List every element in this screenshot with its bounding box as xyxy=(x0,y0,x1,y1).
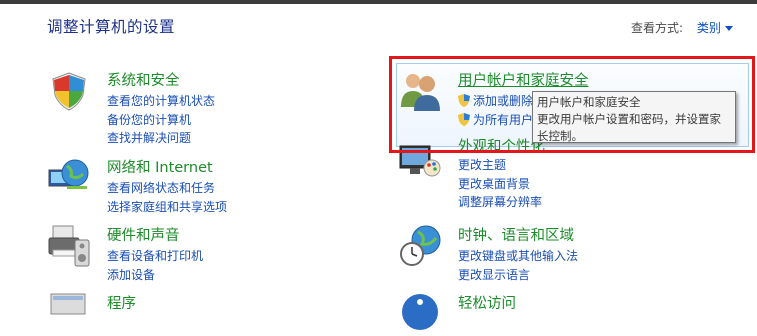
tooltip: 用户帐户和家庭安全 更改用户帐户设置和密码，并设置家长控制。 xyxy=(532,91,736,143)
category-title-ease[interactable]: 轻松访问 xyxy=(458,292,516,313)
category-title-system[interactable]: 系统和安全 xyxy=(107,69,180,90)
network-links: 查看网络状态和任务 选择家庭组和共享选项 xyxy=(107,179,227,216)
category-title-network[interactable]: 网络和 Internet xyxy=(107,156,213,177)
clock-links: 更改键盘或其他输入法 更改显示语言 xyxy=(458,247,578,284)
chevron-down-icon xyxy=(724,26,733,31)
ease-of-access-icon xyxy=(402,294,438,330)
link-change-theme[interactable]: 更改主题 xyxy=(458,156,542,175)
link-backup-computer[interactable]: 备份您的计算机 xyxy=(107,111,215,130)
tooltip-title: 用户帐户和家庭安全 xyxy=(537,95,641,109)
link-change-keyboard[interactable]: 更改键盘或其他输入法 xyxy=(458,247,578,266)
link-display-language[interactable]: 更改显示语言 xyxy=(458,266,578,285)
system-links: 查看您的计算机状态 备份您的计算机 查找并解决问题 xyxy=(107,92,215,148)
printer-icon xyxy=(48,225,90,267)
shield-icon xyxy=(52,72,86,111)
window-top-border xyxy=(0,0,757,4)
clock-globe-icon xyxy=(400,225,441,266)
globe-network-icon xyxy=(48,159,89,189)
link-devices-printers[interactable]: 查看设备和打印机 xyxy=(107,247,203,266)
category-title-programs[interactable]: 程序 xyxy=(107,292,136,313)
link-troubleshoot[interactable]: 查找并解决问题 xyxy=(107,129,215,148)
link-homegroup-sharing[interactable]: 选择家庭组和共享选项 xyxy=(107,198,227,217)
link-network-status[interactable]: 查看网络状态和任务 xyxy=(107,179,227,198)
view-by: 查看方式: 类别 xyxy=(631,19,733,36)
tooltip-body: 更改用户帐户设置和密码，并设置家长控制。 xyxy=(537,112,721,143)
category-title-clock[interactable]: 时钟、语言和区域 xyxy=(458,224,574,245)
appearance-links: 更改主题 更改桌面背景 调整屏幕分辨率 xyxy=(458,156,542,212)
link-add-device[interactable]: 添加设备 xyxy=(107,266,203,285)
link-change-desktop-bg[interactable]: 更改桌面背景 xyxy=(458,175,542,194)
view-by-label: 查看方式: xyxy=(631,21,684,35)
page-title: 调整计算机的设置 xyxy=(47,18,176,36)
programs-icon xyxy=(50,293,86,315)
view-by-value: 类别 xyxy=(696,21,721,35)
link-screen-resolution[interactable]: 调整屏幕分辨率 xyxy=(458,193,542,212)
hardware-links: 查看设备和打印机 添加设备 xyxy=(107,247,203,284)
view-by-dropdown[interactable]: 类别 xyxy=(697,21,733,35)
link-view-computer-status[interactable]: 查看您的计算机状态 xyxy=(107,92,215,111)
category-title-hardware[interactable]: 硬件和声音 xyxy=(107,224,180,245)
